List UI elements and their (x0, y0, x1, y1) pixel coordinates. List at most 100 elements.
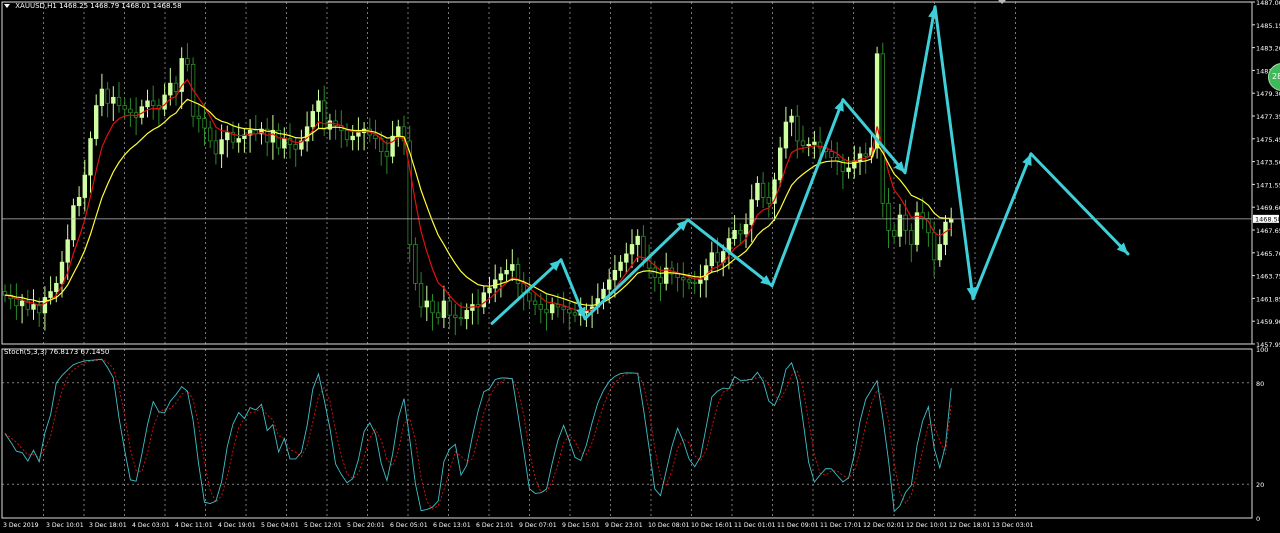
candle-body (430, 300, 435, 314)
candle-body (755, 182, 760, 201)
candle-body (692, 281, 697, 284)
candle-body (909, 229, 914, 245)
price-tick-label: 1463.75 (1256, 273, 1280, 281)
candle-body (766, 197, 771, 204)
price-tick-label: 1485.15 (1256, 22, 1280, 30)
ohlc-values: 1468.25 1468.79 1468.01 1468.58 (59, 2, 182, 10)
time-tick-label: 12 Dec 10:01 (906, 522, 948, 529)
time-tick-label: 3 Dec 10:01 (46, 522, 84, 529)
candle-body (88, 138, 93, 176)
candle-body (94, 105, 99, 139)
candle-body (783, 121, 789, 149)
chart-shift-marker-icon[interactable] (998, 0, 1006, 4)
candle-body (42, 297, 48, 314)
price-chart[interactable]: 1487.001485.151483.201481.251479.301477.… (0, 0, 1280, 533)
candle-body (732, 229, 737, 240)
candle-body (202, 118, 207, 129)
zigzag-arrows (490, 5, 1130, 325)
candle-body (356, 132, 361, 137)
candle-body (2, 291, 8, 296)
candle-body (14, 298, 19, 307)
price-tick-label: 1487.00 (1256, 0, 1280, 7)
candle-body (225, 132, 230, 141)
candle-body (321, 100, 327, 130)
candle-body (607, 279, 612, 290)
candle-body (464, 310, 469, 320)
candle-body (150, 100, 156, 107)
candle-body (795, 115, 800, 142)
candle-body (937, 244, 942, 261)
candle-body (567, 308, 572, 314)
candle-body (54, 282, 59, 293)
candle-body (658, 277, 663, 284)
candle-body (652, 267, 657, 278)
time-tick-label: 6 Dec 05:01 (390, 522, 428, 529)
slow-ma-line (4, 98, 952, 306)
candle-body (789, 115, 794, 123)
time-tick-label: 9 Dec 07:01 (519, 522, 557, 529)
candle-body (458, 317, 464, 320)
price-tick-label: 1467.65 (1256, 227, 1280, 235)
collapse-triangle-icon[interactable] (4, 4, 10, 8)
candle-body (82, 174, 87, 198)
time-tick-label: 5 Dec 20:01 (347, 522, 385, 529)
candle-body (145, 100, 150, 108)
time-tick-label: 6 Dec 13:01 (433, 522, 471, 529)
time-tick-label: 12 Dec 18:01 (949, 522, 991, 529)
candle-body (441, 300, 447, 318)
time-tick-label: 3 Dec 2019 (3, 522, 39, 529)
zigzag-arrowhead (834, 99, 844, 112)
candle-body (914, 212, 920, 245)
candle-body (641, 235, 646, 261)
candle-body (550, 304, 555, 314)
candle-body (624, 253, 629, 263)
candle-body (686, 279, 692, 283)
candle-body (122, 105, 127, 110)
candle-body (111, 96, 116, 104)
candle-body (384, 151, 390, 157)
time-tick-label: 10 Dec 08:01 (648, 522, 690, 529)
time-tick-label: 5 Dec 04:01 (261, 522, 299, 529)
candle-body (219, 139, 224, 155)
candle-body (162, 94, 167, 110)
candle-body (892, 229, 897, 237)
candle-body (949, 218, 954, 223)
candle-body (128, 108, 133, 114)
candle-body (453, 314, 458, 318)
candle-body (168, 82, 173, 96)
candle-body (897, 214, 903, 237)
candle-body (447, 300, 452, 316)
stoch-main-line (4, 358, 952, 513)
candle-body (675, 273, 680, 278)
candle-body (504, 270, 509, 275)
stoch-tick-label: 0 (1256, 515, 1260, 523)
zigzag-segment (490, 258, 563, 325)
candle-body (846, 167, 851, 172)
candle-body (829, 151, 834, 158)
candle-body (555, 304, 561, 308)
candle-body (903, 214, 908, 231)
candle-body (350, 135, 355, 141)
symbol-label: XAUUSD,H1 (15, 2, 57, 10)
time-tick-label: 6 Dec 21:01 (476, 522, 514, 529)
candle-body (760, 182, 766, 198)
fast-ma-line (4, 78, 952, 312)
stoch-tick-label: 20 (1256, 481, 1264, 489)
chart-symbol-info: XAUUSD,H1 1468.25 1468.79 1468.01 1468.5… (4, 2, 182, 11)
candle-body (31, 304, 36, 310)
time-tick-label: 4 Dec 03:01 (132, 522, 170, 529)
candle-body (196, 115, 201, 119)
stoch-tick-label: 80 (1256, 380, 1264, 388)
candle-body (316, 100, 321, 112)
candle-body (703, 265, 709, 281)
time-tick-label: 3 Dec 18:01 (89, 522, 127, 529)
candle-body (498, 273, 504, 281)
candle-body (487, 287, 492, 294)
candle-body (800, 140, 806, 147)
candle-body (492, 279, 498, 289)
candle-body (71, 205, 76, 241)
price-tick-label: 1475.45 (1256, 136, 1280, 144)
candle-body (396, 126, 401, 137)
candle-body (59, 261, 65, 284)
candle-body (76, 197, 82, 207)
